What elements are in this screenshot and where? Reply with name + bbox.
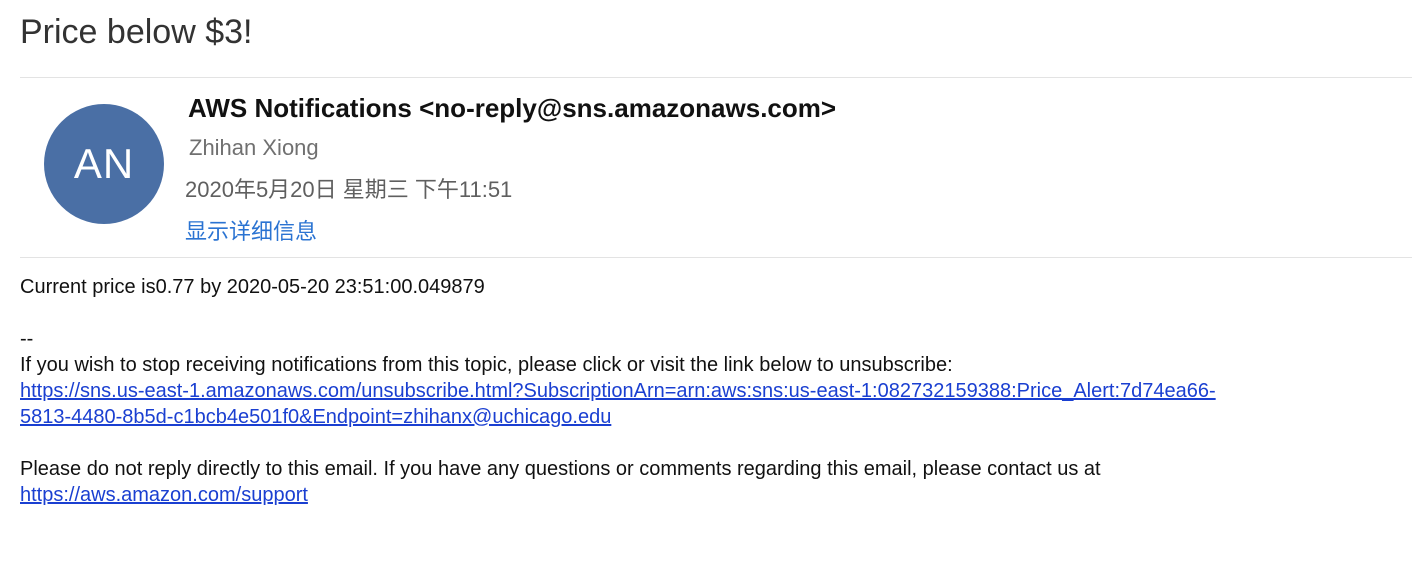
unsubscribe-intro-text: If you wish to stop receiving notificati…: [20, 354, 953, 376]
no-reply-notice: Please do not reply directly to this ema…: [20, 458, 1101, 480]
email-subject: Price below $3!: [20, 13, 253, 51]
body-divider: [20, 257, 1412, 258]
sender-avatar: AN: [44, 104, 164, 224]
support-link-line[interactable]: https://aws.amazon.com/support: [20, 482, 308, 508]
unsubscribe-link-line-1[interactable]: https://sns.us-east-1.amazonaws.com/unsu…: [20, 378, 1216, 404]
signature-separator: --: [20, 328, 34, 350]
recipient-name: Zhihan Xiong: [189, 135, 319, 160]
show-details-link[interactable]: 显示详细信息: [185, 217, 317, 247]
email-datetime: 2020年5月20日 星期三 下午11:51: [185, 177, 513, 202]
support-link[interactable]: https://aws.amazon.com/support: [20, 484, 308, 506]
avatar-initials: AN: [73, 140, 135, 187]
unsubscribe-link-line-2[interactable]: 5813-4480-8b5d-c1bcb4e501f0&Endpoint=zhi…: [20, 404, 611, 430]
unsubscribe-link-continued[interactable]: 5813-4480-8b5d-c1bcb4e501f0&Endpoint=zhi…: [20, 406, 611, 428]
unsubscribe-link[interactable]: https://sns.us-east-1.amazonaws.com/unsu…: [20, 380, 1216, 402]
current-price-text: Current price is0.77 by 2020-05-20 23:51…: [20, 276, 485, 298]
header-divider: [20, 77, 1412, 78]
sender-name: AWS Notifications <no-reply@sns.amazonaw…: [188, 93, 837, 123]
